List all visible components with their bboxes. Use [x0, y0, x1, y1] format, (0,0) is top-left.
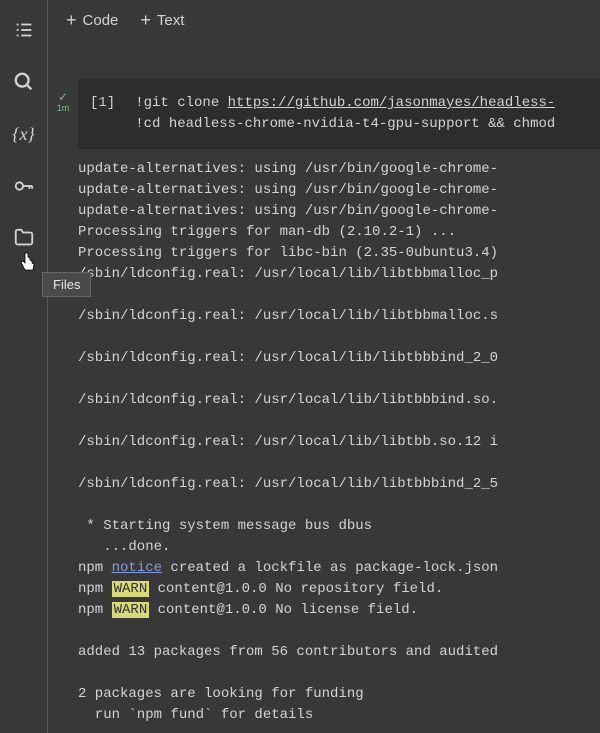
- code-content: !git clone https://github.com/jasonmayes…: [135, 93, 555, 135]
- plus-icon: +: [66, 10, 77, 31]
- cell-gutter: ✓ 1m: [48, 41, 78, 733]
- cell-toolbar: + Code + Text: [48, 0, 600, 41]
- add-text-label: Text: [157, 12, 185, 29]
- cell-index: [1]: [90, 93, 115, 135]
- add-code-label: Code: [83, 12, 119, 29]
- files-tooltip: Files: [42, 272, 91, 297]
- npm-warn-label: WARN: [112, 602, 150, 618]
- plus-icon: +: [140, 10, 151, 31]
- left-sidebar: {x} Files: [0, 0, 48, 733]
- secrets-key-icon[interactable]: [12, 174, 36, 198]
- cell-area: [1] !git clone https://github.com/jasonm…: [78, 41, 600, 733]
- main-panel: + Code + Text ✓ 1m [1] !git clone https:…: [48, 0, 600, 733]
- cell-exec-time: 1m: [48, 103, 78, 113]
- toc-icon[interactable]: [12, 18, 36, 42]
- cell-status-check-icon: ✓: [48, 91, 78, 103]
- notebook-content: ✓ 1m [1] !git clone https://github.com/j…: [48, 41, 600, 733]
- cursor-pointer-icon: [18, 250, 38, 279]
- files-icon[interactable]: [12, 226, 36, 250]
- npm-notice-label: notice: [112, 560, 162, 576]
- cell-output: update-alternatives: using /usr/bin/goog…: [78, 149, 600, 733]
- add-text-button[interactable]: + Text: [140, 10, 184, 31]
- npm-warn-label: WARN: [112, 581, 150, 597]
- variables-icon[interactable]: {x}: [12, 122, 36, 146]
- code-cell[interactable]: [1] !git clone https://github.com/jasonm…: [78, 79, 600, 149]
- add-code-button[interactable]: + Code: [66, 10, 118, 31]
- search-icon[interactable]: [12, 70, 36, 94]
